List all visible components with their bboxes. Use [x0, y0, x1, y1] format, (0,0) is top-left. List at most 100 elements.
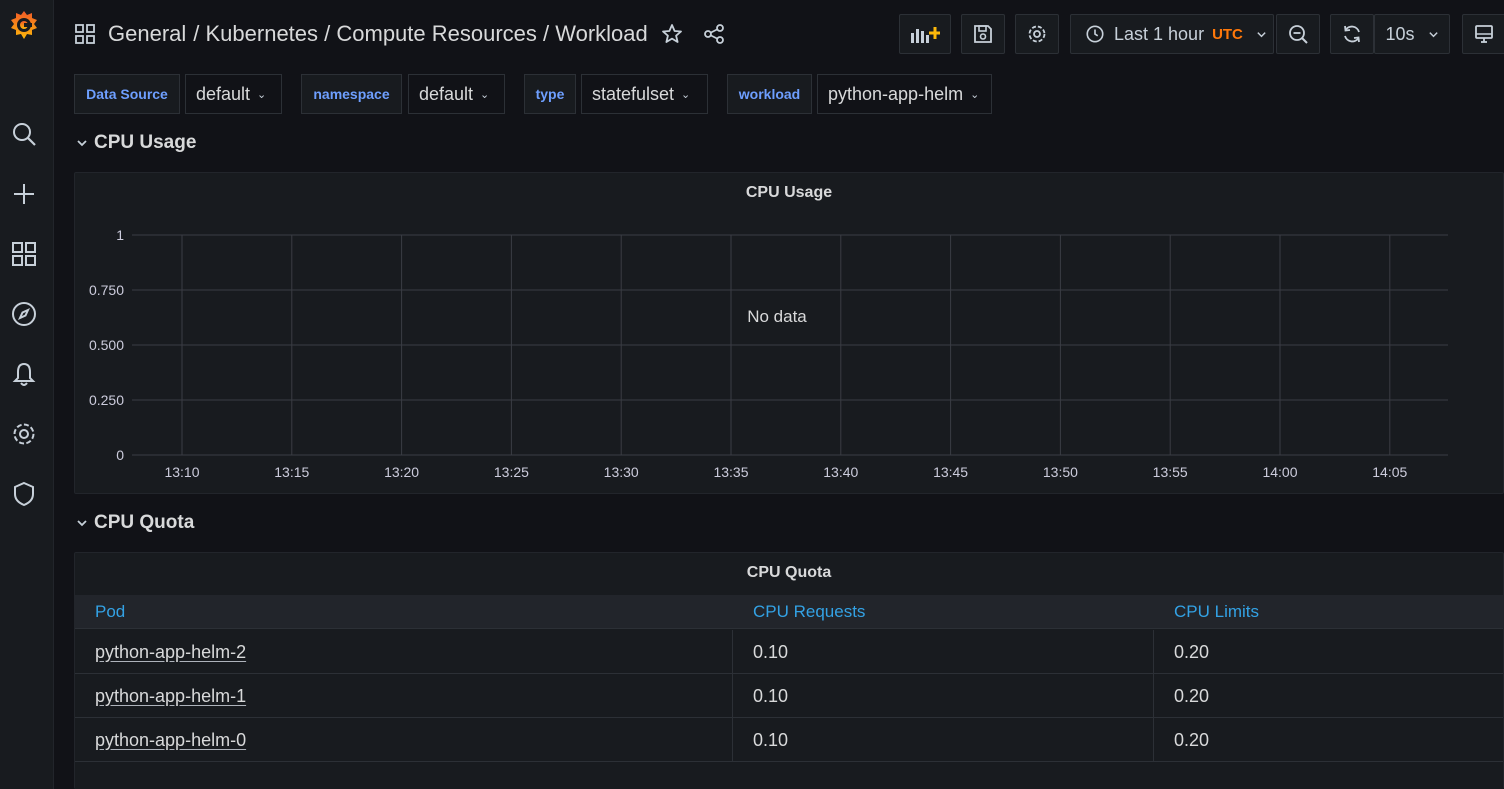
save-icon — [974, 25, 992, 43]
add-panel-icon — [911, 27, 940, 43]
cpu-usage-panel[interactable]: CPU Usage 0 0.250 0.500 0.750 1 13:10 13:15 13:… — [74, 172, 1504, 494]
row-title: CPU Quota — [94, 512, 195, 533]
variable-label-workload: workload — [727, 74, 812, 114]
y-tick-label: 0.250 — [89, 392, 124, 408]
pod-link[interactable]: python-app-helm-0 — [95, 718, 246, 762]
y-tick-label: 1 — [116, 227, 124, 243]
refresh-icon — [1344, 25, 1360, 43]
chevron-down-icon: ⌄ — [257, 88, 267, 101]
x-tick-label: 13:10 — [164, 464, 199, 480]
time-range-label: Last 1 hour — [1114, 23, 1205, 44]
chevron-down-icon: ⌄ — [480, 88, 490, 101]
y-tick-label: 0.750 — [89, 282, 124, 298]
pod-link[interactable]: python-app-helm-2 — [95, 630, 246, 674]
cpu-limits-cell: 0.20 — [1174, 729, 1210, 750]
refresh-interval-label: 10s — [1385, 23, 1415, 44]
pod-link[interactable]: python-app-helm-1 — [95, 674, 246, 718]
table-header: Pod CPU Requests CPU Limits — [75, 595, 1503, 629]
gear-icon — [1028, 25, 1046, 43]
top-navbar: General / Kubernetes / Compute Resources… — [54, 0, 1504, 68]
x-tick-label: 13:40 — [823, 464, 858, 480]
cpu-quota-panel[interactable]: CPU Quota Pod CPU Requests CPU Limits py… — [74, 552, 1504, 789]
column-divider — [1153, 674, 1154, 718]
row-title: CPU Usage — [94, 132, 197, 153]
breadcrumb-dashboard-title[interactable]: / Kubernetes / Compute Resources / Workl… — [193, 21, 647, 47]
refresh-button[interactable] — [1330, 14, 1374, 54]
grafana-logo-icon[interactable] — [7, 8, 41, 42]
x-tick-label: 14:00 — [1262, 464, 1297, 480]
save-dashboard-button[interactable] — [961, 14, 1005, 54]
time-picker-button[interactable]: Last 1 hour UTC — [1070, 14, 1274, 54]
y-tick-label: 0.500 — [89, 337, 124, 353]
breadcrumb: General / Kubernetes / Compute Resources… — [74, 18, 725, 50]
cycle-view-mode-button[interactable] — [1462, 14, 1504, 54]
cpu-usage-chart: 0 0.250 0.500 0.750 1 13:10 13:15 13:20 13:25 13:… — [89, 227, 1448, 480]
panel-title: CPU Quota — [746, 564, 832, 581]
cpu-requests-cell: 0.10 — [753, 685, 789, 706]
table-row: python-app-helm-1 0.10 0.20 — [75, 674, 1503, 718]
cpu-requests-cell: 0.10 — [753, 729, 789, 750]
variable-value: default — [196, 83, 251, 104]
variable-label-data-source: Data Source — [74, 74, 180, 114]
variable-select-data-source[interactable]: default ⌄ — [185, 74, 282, 114]
plus-icon[interactable] — [9, 179, 39, 209]
chevron-down-icon: ⌄ — [681, 88, 691, 101]
column-divider — [732, 630, 733, 674]
search-icon[interactable] — [9, 119, 39, 149]
column-divider — [1153, 718, 1154, 762]
cpu-limits-cell: 0.20 — [1174, 685, 1210, 706]
alerting-bell-icon[interactable] — [9, 359, 39, 389]
timezone-label: UTC — [1212, 25, 1243, 43]
dashboard-settings-button[interactable] — [1015, 14, 1059, 54]
x-tick-label: 13:45 — [933, 464, 968, 480]
variable-select-namespace[interactable]: default ⌄ — [408, 74, 505, 114]
x-tick-label: 13:35 — [713, 464, 748, 480]
chevron-down-icon: ⌄ — [970, 88, 980, 101]
add-panel-button[interactable] — [899, 14, 951, 54]
row-header-cpu-usage[interactable]: CPU Usage — [76, 130, 196, 156]
cpu-requests-cell: 0.10 — [753, 641, 789, 662]
column-header-cpu-limits[interactable]: CPU Limits — [1174, 595, 1259, 629]
server-admin-shield-icon[interactable] — [9, 479, 39, 509]
star-icon[interactable] — [661, 23, 683, 45]
no-data-message: No data — [747, 307, 807, 326]
chevron-down-icon — [1257, 31, 1266, 37]
column-divider — [732, 674, 733, 718]
chevron-down-icon — [77, 520, 87, 527]
column-header-pod[interactable]: Pod — [95, 595, 125, 629]
share-icon[interactable] — [703, 23, 725, 45]
chevron-down-icon — [1428, 31, 1438, 37]
variable-value: default — [419, 83, 474, 104]
x-tick-label: 14:05 — [1372, 464, 1407, 480]
table-row: python-app-helm-0 0.10 0.20 — [75, 718, 1503, 762]
zoom-out-button[interactable] — [1276, 14, 1320, 54]
dashboards-icon[interactable] — [9, 239, 39, 269]
row-header-cpu-quota[interactable]: CPU Quota — [76, 510, 194, 536]
zoom-out-icon — [1289, 25, 1308, 44]
x-tick-label: 13:15 — [274, 464, 309, 480]
variable-label-type: type — [524, 74, 576, 114]
variable-value: statefulset — [592, 83, 675, 104]
x-tick-label: 13:20 — [384, 464, 419, 480]
x-tick-label: 13:30 — [604, 464, 639, 480]
dashboard-grid-icon — [75, 24, 95, 44]
variable-select-workload[interactable]: python-app-helm ⌄ — [817, 74, 992, 114]
refresh-interval-picker[interactable]: 10s — [1374, 14, 1450, 54]
column-divider — [732, 718, 733, 762]
variable-select-type[interactable]: statefulset ⌄ — [581, 74, 708, 114]
x-tick-label: 13:25 — [494, 464, 529, 480]
breadcrumb-folder[interactable]: General — [108, 21, 186, 47]
variable-label-namespace: namespace — [301, 74, 402, 114]
chevron-down-icon — [77, 140, 87, 147]
monitor-icon — [1475, 25, 1493, 43]
clock-icon — [1086, 25, 1104, 43]
column-header-cpu-requests[interactable]: CPU Requests — [753, 595, 865, 629]
table-row: python-app-helm-2 0.10 0.20 — [75, 630, 1503, 674]
variable-value: python-app-helm — [828, 83, 964, 104]
y-tick-label: 0 — [116, 447, 124, 463]
cpu-limits-cell: 0.20 — [1174, 641, 1210, 662]
configuration-gear-icon[interactable] — [9, 419, 39, 449]
explore-compass-icon[interactable] — [9, 299, 39, 329]
x-tick-label: 13:50 — [1043, 464, 1078, 480]
column-divider — [1153, 630, 1154, 674]
